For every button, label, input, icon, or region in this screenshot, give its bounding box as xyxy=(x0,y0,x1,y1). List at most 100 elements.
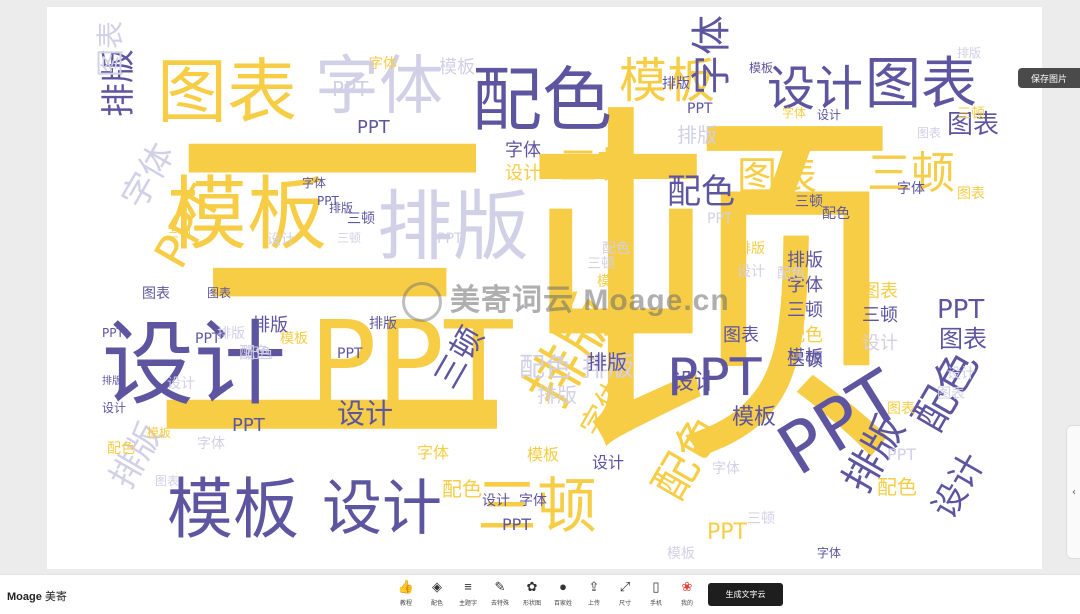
cloud-word: PPT xyxy=(707,520,747,545)
cloud-word: 设计 xyxy=(102,401,127,415)
cloud-word: 字体 xyxy=(302,176,327,190)
cloud-word: 图表 xyxy=(862,281,898,302)
cloud-word: 字体 xyxy=(417,443,450,462)
cloud-word: 模板 xyxy=(280,331,308,347)
surname-icon: ● xyxy=(559,579,567,594)
cloud-word: 模板 xyxy=(749,61,774,75)
cloud-word: 字体 xyxy=(712,461,740,477)
tool-remove-special[interactable]: ✎ 去特殊 xyxy=(486,579,514,611)
cloud-word: 字体 xyxy=(817,546,842,560)
cloud-word: 图表 xyxy=(737,154,817,200)
cloud-word: 图表 xyxy=(142,286,170,302)
cloud-word: 设计 xyxy=(505,163,541,184)
cloud-word: 三顿 xyxy=(862,305,898,326)
cloud-word: 配色 xyxy=(602,241,630,257)
cloud-word: 配色 xyxy=(245,346,273,362)
tool-shape[interactable]: ✿ 形状图 xyxy=(518,579,546,611)
cloud-word: 字体 xyxy=(782,106,807,120)
brand-subname: 美寄 xyxy=(44,591,67,603)
resize-icon: ⤢ xyxy=(619,579,631,594)
cloud-word: PPT xyxy=(437,231,463,247)
cloud-word: 图表 xyxy=(917,126,942,140)
cloud-word: 设计 xyxy=(672,370,717,395)
cloud-word: 排版 xyxy=(217,326,245,342)
cloud-word: 设计 xyxy=(322,474,442,544)
tool-upload[interactable]: ⇪ 上传 xyxy=(580,579,608,611)
watermark-icon xyxy=(402,282,442,323)
brand-logo: Moage 美寄 xyxy=(7,588,67,604)
cloud-word: 配色 xyxy=(877,475,917,499)
cloud-word: 字体 xyxy=(197,436,225,452)
cloud-word: 设计 xyxy=(267,232,295,248)
cloud-word: 字体 xyxy=(369,56,397,72)
cloud-word: 模板 xyxy=(667,546,695,562)
tool-theme-text[interactable]: ≡ 主题字 xyxy=(454,579,482,611)
cloud-word: 模板 xyxy=(147,426,172,440)
cloud-word: 三顿 xyxy=(587,256,615,272)
phone-icon: ▯ xyxy=(652,579,660,594)
cloud-word: 模板 xyxy=(167,471,299,548)
cloud-word: 图表 xyxy=(207,286,232,300)
side-panel-toggle[interactable]: ‹ xyxy=(1066,425,1080,559)
tool-mine[interactable]: ❀ 我的 xyxy=(673,579,701,611)
cloud-word: 排版 xyxy=(662,76,690,92)
tool-phone[interactable]: ▯ 手机 xyxy=(642,579,670,611)
cloud-word: 排版 xyxy=(377,182,529,271)
cloud-word: 排版 xyxy=(369,316,397,332)
cloud-word: 模板 xyxy=(787,347,823,368)
cloud-word: 排版 xyxy=(587,350,627,374)
cloud-word: 图表 xyxy=(957,186,985,202)
cloud-word: 配色 xyxy=(472,59,612,141)
cloud-word: 配色 xyxy=(519,353,572,383)
word-cloud-canvas: 三顿 PPT 设计 模板 排版 图表 字体 配色 模板 字体 设计 图表 模板 设计 三顿 PPT PPT 排版配… xyxy=(47,7,1042,569)
cloud-word: 设计 xyxy=(817,108,842,122)
cloud-word: PPT xyxy=(102,326,124,340)
cloud-word: 配色 xyxy=(822,206,850,222)
cloud-word: 排版 xyxy=(737,241,765,257)
cloud-word: 图表 xyxy=(157,51,297,133)
upload-icon: ⇪ xyxy=(588,579,600,594)
cloud-word: 字体 xyxy=(689,15,735,95)
cloud-word: PPT xyxy=(357,117,390,138)
cloud-word: 设计 xyxy=(337,397,394,430)
cloud-word: PPT xyxy=(502,515,532,534)
cloud-word: PPT xyxy=(232,415,265,436)
cloud-word: 三顿 xyxy=(337,231,362,245)
cloud-word: 三顿 xyxy=(347,211,375,227)
user-icon: ❀ xyxy=(681,579,693,594)
cloud-word: 设计 xyxy=(924,446,994,526)
cloud-word: 配色 xyxy=(442,477,482,501)
cloud-word: PPT xyxy=(687,101,713,117)
cloud-word: 三顿 xyxy=(787,300,823,321)
cloud-word: 排版 xyxy=(957,46,982,60)
cloud-word: 图表 xyxy=(94,20,127,77)
brand-name: Moage xyxy=(7,591,42,603)
cloud-word: PPT xyxy=(887,445,917,464)
cloud-word: 图表 xyxy=(887,401,915,417)
filter-icon: ✎ xyxy=(494,579,506,594)
cloud-word: 三顿 xyxy=(167,226,192,240)
tool-color[interactable]: ◈ 配色 xyxy=(423,579,451,611)
cloud-word: 模板 xyxy=(732,405,777,430)
cloud-word: 排版 xyxy=(102,376,122,387)
watermark-logo: 美寄词云 Moage.cn xyxy=(402,275,730,323)
chevron-left-icon: ‹ xyxy=(1072,486,1076,498)
cloud-word: 设计 xyxy=(167,376,195,392)
bottom-toolbar: Moage 美寄 👍 教程 ◈ 配色 ≡ 主题字 ✎ 去特殊 ✿ 形状图 ● 百家… xyxy=(0,574,1080,614)
cloud-word: 字体 xyxy=(519,493,547,509)
tool-size[interactable]: ⤢ 尺寸 xyxy=(611,579,639,611)
cloud-word: 排版 xyxy=(537,383,577,407)
cloud-word: 设计 xyxy=(862,333,898,354)
cloud-word: 图表 xyxy=(937,386,965,402)
tool-tutorial[interactable]: 👍 教程 xyxy=(392,579,420,611)
generate-word-cloud-button[interactable]: 生成文字云 xyxy=(708,583,783,606)
cloud-word: 排版 xyxy=(677,123,717,147)
tool-surname[interactable]: ● 百家姓 xyxy=(549,579,577,611)
cloud-word: 三顿 xyxy=(747,511,775,527)
cloud-word: 图表 xyxy=(155,474,180,488)
paint-bucket-icon: ◈ xyxy=(432,579,442,594)
cloud-word: 设计 xyxy=(737,264,765,280)
thumb-icon: 👍 xyxy=(397,579,415,594)
cloud-word: 字体 xyxy=(897,181,925,197)
save-image-button[interactable]: 保存图片 xyxy=(1018,68,1080,88)
